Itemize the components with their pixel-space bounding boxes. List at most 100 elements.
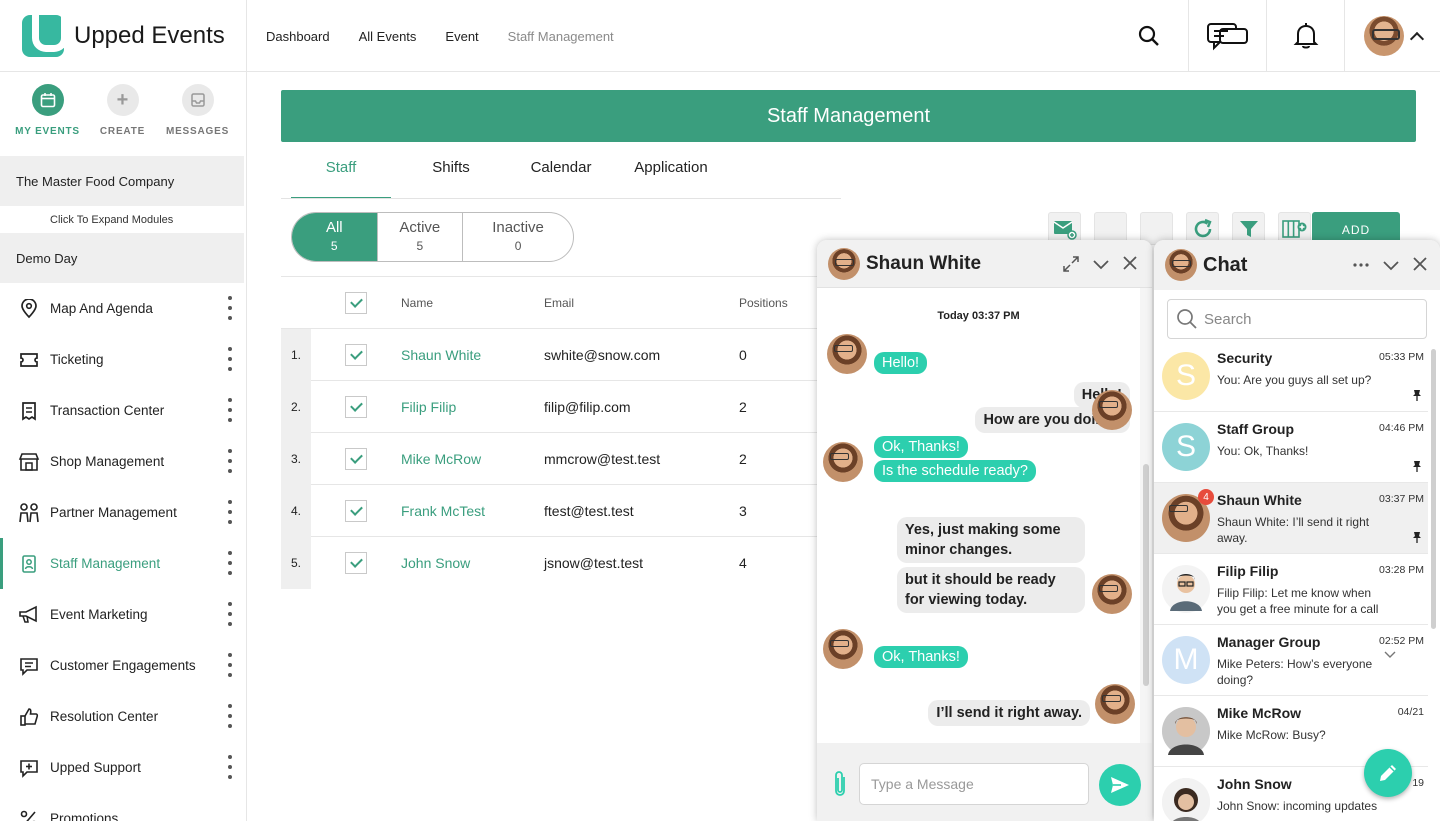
chat-time: 02:52 PM (1379, 635, 1424, 647)
sidebar: MY EVENTS + CREATE MESSAGES The Master F… (0, 72, 247, 821)
sidebar-item-event-marketing[interactable]: Event Marketing (0, 589, 246, 640)
tab-calendar[interactable]: Calendar (511, 148, 611, 200)
scrollbar-thumb[interactable] (1143, 464, 1149, 686)
more-options-icon[interactable] (228, 347, 232, 371)
more-horizontal-icon[interactable] (1352, 256, 1370, 274)
tab-application[interactable]: Application (621, 148, 721, 200)
message-bubble-out: but it should be ready for viewing today… (897, 567, 1085, 613)
table-row[interactable]: 1. Shaun White swhite@snow.com 0 (281, 328, 821, 381)
sidebar-item-promotions[interactable]: Promotions (0, 793, 246, 821)
user-menu[interactable] (1344, 0, 1440, 72)
sidebar-item-label: Event Marketing (50, 607, 148, 622)
bell-icon (1293, 23, 1318, 49)
search-button[interactable] (1110, 0, 1188, 72)
brand[interactable]: Upped Events (0, 0, 247, 72)
table-row[interactable]: 3. Mike McRow mmcrow@test.test 2 (281, 432, 821, 485)
sidebar-item-staff-management[interactable]: Staff Management (0, 538, 246, 589)
sidebar-item-partner-management[interactable]: Partner Management (0, 487, 246, 538)
chat-search[interactable] (1167, 299, 1427, 339)
row-number: 3. (281, 432, 311, 485)
pin-icon[interactable] (1412, 531, 1422, 543)
staff-name-link[interactable]: Mike McRow (401, 451, 544, 467)
staff-name-link[interactable]: Shaun White (401, 347, 544, 363)
table-row[interactable]: 4. Frank McTest ftest@test.test 3 (281, 484, 821, 537)
row-checkbox[interactable] (345, 551, 367, 574)
mode-create[interactable]: + CREATE (85, 84, 160, 156)
group-avatar: M (1162, 636, 1210, 684)
more-options-icon[interactable] (228, 551, 232, 575)
tab-staff[interactable]: Staff (291, 148, 391, 199)
nav-event[interactable]: Event (445, 29, 478, 44)
list-item[interactable]: Filip Filip 03:28 PM Filip Filip: Let me… (1154, 554, 1428, 625)
new-chat-button[interactable] (1364, 749, 1412, 797)
scrollbar-thumb[interactable] (1431, 349, 1436, 629)
sidebar-item-ticketing[interactable]: Ticketing (0, 334, 246, 385)
more-options-icon[interactable] (228, 602, 232, 626)
list-item[interactable]: M Manager Group 02:52 PM Mike Peters: Ho… (1154, 625, 1428, 696)
nav-dashboard[interactable]: Dashboard (266, 29, 330, 44)
chat-search-input[interactable] (1204, 310, 1414, 328)
notifications-button[interactable] (1266, 0, 1344, 72)
paperclip-icon[interactable] (831, 769, 849, 799)
sidebar-item-customer-engagements[interactable]: Customer Engagements (0, 640, 246, 691)
filter-active[interactable]: Active 5 (378, 213, 464, 261)
header-actions (1110, 0, 1440, 72)
more-options-icon[interactable] (228, 449, 232, 473)
row-number: 4. (281, 484, 311, 537)
more-options-icon[interactable] (228, 704, 232, 728)
mode-messages[interactable]: MESSAGES (160, 84, 235, 156)
more-options-icon[interactable] (228, 755, 232, 779)
column-header-name[interactable]: Name (401, 296, 544, 310)
expand-modules-hint[interactable]: Click To Expand Modules (0, 206, 246, 233)
list-item[interactable]: S Staff Group 04:46 PM You: Ok, Thanks! (1154, 412, 1428, 483)
chat-scrollbar[interactable] (1430, 341, 1438, 821)
table-row[interactable]: 5. John Snow jsnow@test.test 4 (281, 536, 821, 589)
messages-button[interactable] (1188, 0, 1266, 72)
list-item[interactable]: S Security 05:33 PM You: Are you guys al… (1154, 341, 1428, 412)
staff-name-link[interactable]: Frank McTest (401, 503, 544, 519)
staff-email: swhite@snow.com (544, 346, 661, 363)
avatar (1363, 16, 1404, 56)
mode-my-events[interactable]: MY EVENTS (10, 84, 85, 156)
row-checkbox[interactable] (345, 395, 367, 418)
row-checkbox[interactable] (345, 447, 367, 470)
row-checkbox[interactable] (345, 499, 367, 522)
table-row[interactable]: 2. Filip Filip filip@filip.com 2 (281, 380, 821, 433)
close-icon[interactable] (1122, 255, 1138, 271)
event-name[interactable]: Demo Day (0, 233, 244, 283)
company-name[interactable]: The Master Food Company (0, 156, 244, 206)
row-checkbox[interactable] (345, 343, 367, 366)
staff-name-link[interactable]: Filip Filip (401, 399, 544, 415)
pin-icon[interactable] (1412, 389, 1422, 401)
conversation-scrollbar[interactable] (1140, 288, 1152, 743)
filter-inactive[interactable]: Inactive 0 (463, 213, 573, 261)
column-header-positions[interactable]: Positions (739, 296, 819, 310)
sidebar-item-upped-support[interactable]: Upped Support (0, 742, 246, 793)
more-options-icon[interactable] (228, 653, 232, 677)
sidebar-item-shop-management[interactable]: Shop Management (0, 436, 246, 487)
percent-icon (18, 808, 40, 821)
send-button[interactable] (1099, 764, 1141, 806)
filter-all[interactable]: All 5 (292, 213, 378, 261)
staff-name-link[interactable]: John Snow (401, 555, 544, 571)
expand-icon[interactable] (1062, 255, 1080, 273)
list-item[interactable]: 4 Shaun White 03:37 PM Shaun White: I’ll… (1154, 483, 1428, 554)
sidebar-item-resolution-center[interactable]: Resolution Center (0, 691, 246, 742)
more-options-icon[interactable] (228, 296, 232, 320)
nav-all-events[interactable]: All Events (359, 29, 417, 44)
sidebar-item-map-and-agenda[interactable]: Map And Agenda (0, 283, 246, 334)
close-icon[interactable] (1412, 256, 1428, 272)
plus-icon: + (106, 84, 139, 116)
chevron-down-icon[interactable] (1382, 256, 1400, 274)
more-options-icon[interactable] (228, 500, 232, 524)
select-all-checkbox[interactable] (345, 291, 367, 314)
message-input[interactable] (859, 763, 1089, 805)
nav-staff-management[interactable]: Staff Management (508, 29, 614, 44)
tab-shifts[interactable]: Shifts (401, 148, 501, 200)
column-header-email[interactable]: Email (544, 296, 739, 310)
pin-icon[interactable] (1412, 460, 1422, 472)
chevron-down-icon[interactable] (1384, 649, 1396, 659)
chevron-down-icon[interactable] (1092, 255, 1110, 273)
sidebar-item-transaction-center[interactable]: Transaction Center (0, 385, 246, 436)
more-options-icon[interactable] (228, 398, 232, 422)
